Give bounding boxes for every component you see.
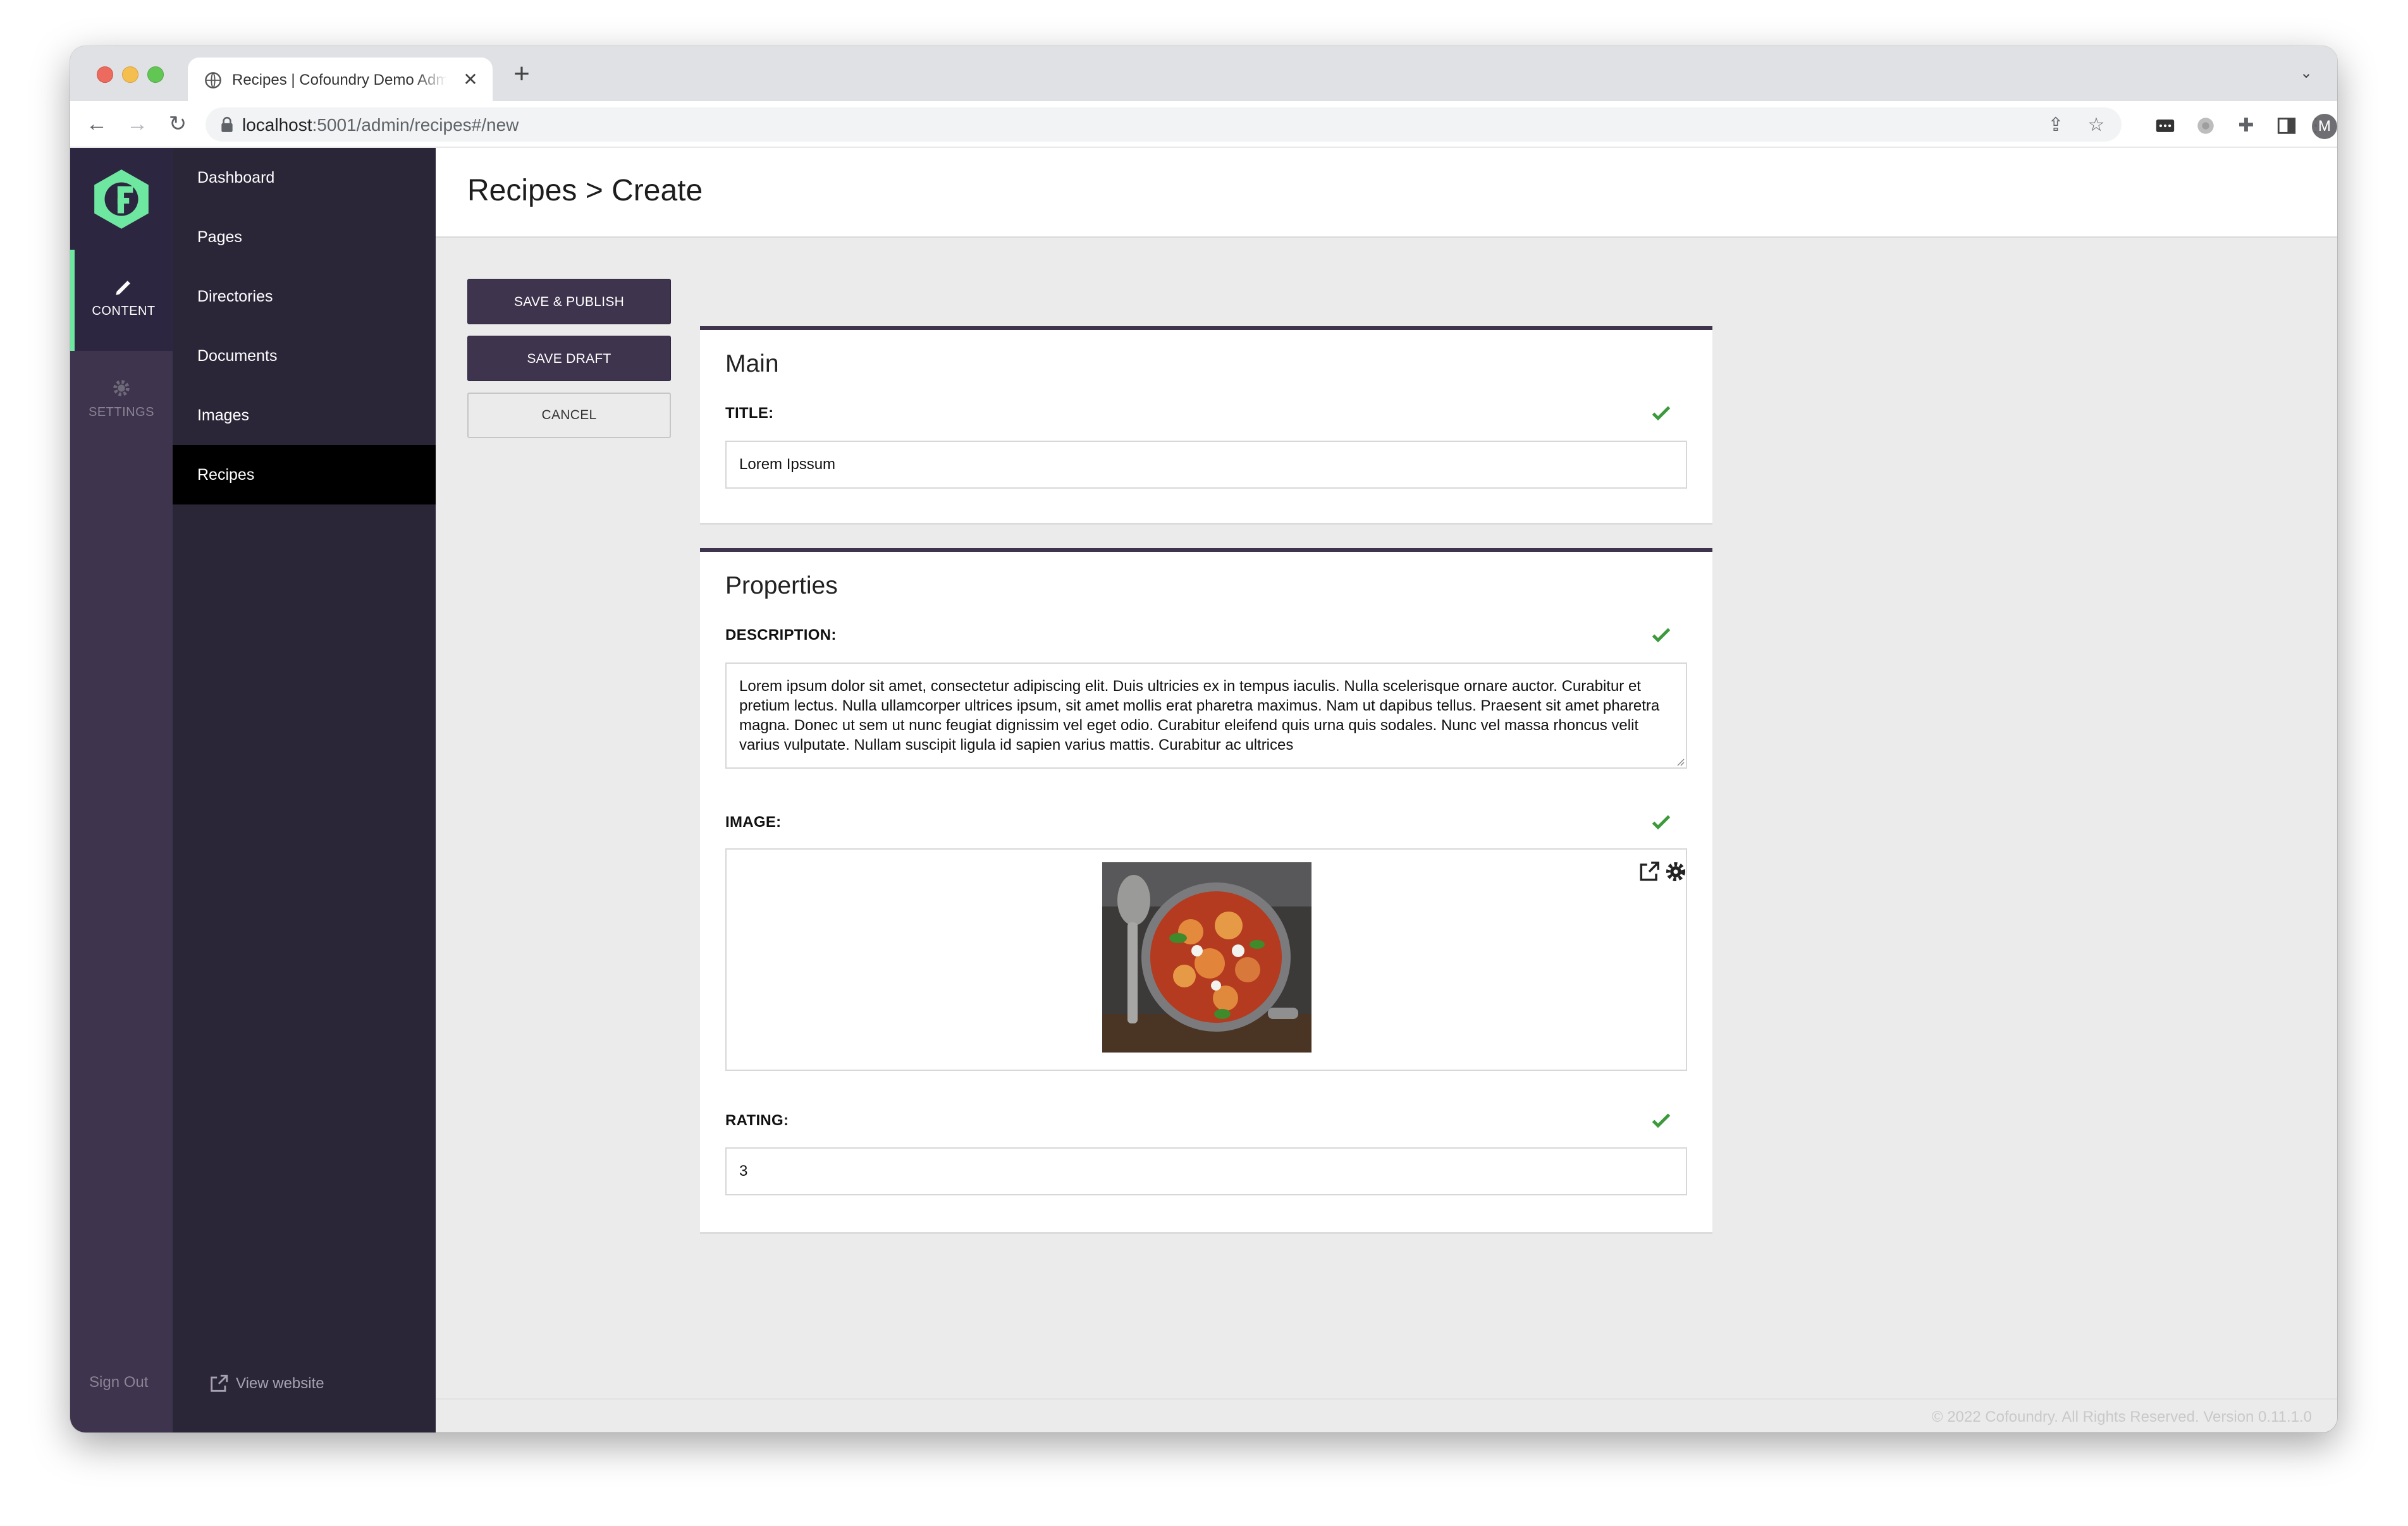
browser-window: Recipes | Cofoundry Demo Admin ✕ + ⌄ ← →… <box>70 46 2337 1432</box>
footer-copyright: © 2022 Cofoundry. All Rights Reserved. V… <box>1931 1408 2312 1425</box>
card-heading: Properties <box>725 572 838 599</box>
description-text: Lorem ipsum dolor sit amet, consectetur … <box>739 678 1660 754</box>
view-website-label: View website <box>236 1375 324 1392</box>
title-input[interactable]: Lorem Ipssum <box>725 441 1687 489</box>
address-bar[interactable]: localhost:5001/admin/recipes#/new ⇪ ☆ <box>206 107 2122 142</box>
cofoundry-logo[interactable] <box>70 148 173 250</box>
gear-icon[interactable] <box>1664 860 1688 884</box>
new-tab-plus-icon[interactable]: + <box>508 60 536 89</box>
valid-check-icon <box>1652 628 1671 643</box>
open-external-icon[interactable] <box>1637 860 1661 884</box>
recipe-image-thumbnail[interactable] <box>1102 862 1312 1053</box>
main-content: Recipes > Create SAVE & PUBLISH SAVE DRA… <box>436 148 2337 1432</box>
card-heading: Main <box>725 350 779 377</box>
page-header: Recipes > Create <box>436 148 2337 238</box>
menu-item-recipes[interactable]: Recipes <box>173 445 436 504</box>
cofoundry-logo-icon <box>94 169 149 229</box>
admin-app: CONTENT SETTINGS Sign Out Dashboard Page… <box>70 148 2337 1432</box>
valid-check-icon <box>1652 406 1671 421</box>
url-text: localhost:5001/admin/recipes#/new <box>242 115 519 135</box>
rating-label: RATING: <box>725 1112 789 1129</box>
rail-item-label: CONTENT <box>92 304 156 318</box>
forward-arrow-icon[interactable]: → <box>123 110 151 138</box>
menu-item-documents[interactable]: Documents <box>173 326 436 386</box>
sign-out-link[interactable]: Sign Out <box>89 1374 148 1391</box>
sidepanel-icon[interactable] <box>2276 115 2297 137</box>
browser-tab[interactable]: Recipes | Cofoundry Demo Admin ✕ <box>188 58 493 101</box>
back-arrow-icon[interactable]: ← <box>83 110 111 138</box>
reload-icon[interactable]: ↻ <box>164 110 192 138</box>
lock-icon <box>221 116 233 132</box>
menu-item-directories[interactable]: Directories <box>173 267 436 326</box>
rail-item-settings[interactable]: SETTINGS <box>70 351 173 452</box>
pencil-icon <box>115 281 130 295</box>
main-card: Main TITLE: Lorem Ipssum <box>700 326 1712 523</box>
url-host: localhost <box>242 115 312 135</box>
primary-rail: CONTENT SETTINGS Sign Out <box>70 148 173 1432</box>
description-textarea[interactable]: Lorem ipsum dolor sit amet, consectetur … <box>725 662 1687 769</box>
extension-color-icon[interactable] <box>2195 115 2216 137</box>
save-draft-button[interactable]: SAVE DRAFT <box>467 336 671 381</box>
globe-icon <box>205 72 221 89</box>
valid-check-icon <box>1652 1113 1671 1128</box>
properties-card: Properties DESCRIPTION: Lorem ipsum dolo… <box>700 548 1712 1232</box>
kebab-menu-icon[interactable]: ⋮ <box>2305 115 2326 137</box>
valid-check-icon <box>1652 815 1671 830</box>
menu-item-dashboard[interactable]: Dashboard <box>173 148 436 207</box>
cancel-button[interactable]: CANCEL <box>467 393 671 438</box>
gear-icon <box>113 380 130 396</box>
chevron-down-icon[interactable]: ⌄ <box>2295 64 2317 85</box>
rail-item-label: SETTINGS <box>88 405 154 419</box>
url-path: :5001/admin/recipes#/new <box>312 115 519 135</box>
menu-item-images[interactable]: Images <box>173 386 436 445</box>
tab-title: Recipes | Cofoundry Demo Admin <box>232 71 447 89</box>
rating-input[interactable]: 3 <box>725 1147 1687 1195</box>
image-label: IMAGE: <box>725 814 782 831</box>
image-picker[interactable] <box>725 848 1687 1071</box>
external-link-icon <box>211 1374 228 1392</box>
menu-item-pages[interactable]: Pages <box>173 207 436 267</box>
close-window-button[interactable] <box>97 66 113 83</box>
extension-password-icon[interactable] <box>2154 115 2176 137</box>
browser-toolbar: ← → ↻ localhost:5001/admin/recipes#/new … <box>70 101 2337 147</box>
puzzle-icon[interactable]: ✚ <box>2235 115 2257 137</box>
title-label: TITLE: <box>725 405 774 422</box>
resize-grip-icon[interactable] <box>1676 757 1685 766</box>
secondary-menu: Dashboard Pages Directories Documents Im… <box>173 148 436 1432</box>
tab-strip: Recipes | Cofoundry Demo Admin ✕ + ⌄ <box>70 46 2337 101</box>
star-icon[interactable]: ☆ <box>2086 115 2106 135</box>
footer-divider <box>436 1398 2337 1400</box>
save-publish-button[interactable]: SAVE & PUBLISH <box>467 279 671 324</box>
minimize-window-button[interactable] <box>122 66 138 83</box>
page-title: Recipes > Create <box>467 174 703 207</box>
rail-item-content[interactable]: CONTENT <box>70 250 173 351</box>
view-website-link[interactable]: View website <box>208 1373 324 1395</box>
description-label: DESCRIPTION: <box>725 626 837 644</box>
maximize-window-button[interactable] <box>147 66 164 83</box>
tab-close-icon[interactable]: ✕ <box>460 69 481 90</box>
share-icon[interactable]: ⇪ <box>2046 115 2066 135</box>
